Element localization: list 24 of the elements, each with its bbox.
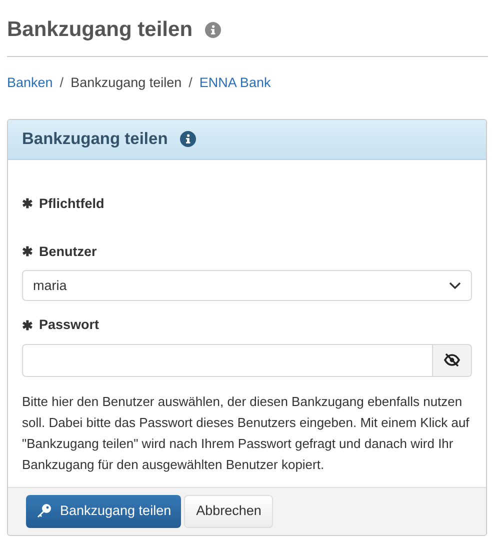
panel-title: Bankzugang teilen <box>22 128 168 150</box>
key-icon <box>36 503 52 519</box>
breadcrumb-link[interactable]: ENNA Bank <box>199 72 271 93</box>
required-note: Pflichtfeld <box>39 194 104 213</box>
user-select[interactable]: maria <box>22 270 472 302</box>
breadcrumb-link[interactable]: Banken <box>7 72 53 93</box>
breadcrumb-separator: / <box>60 74 64 92</box>
share-button[interactable]: Bankzugang teilen <box>26 494 182 528</box>
cancel-button[interactable]: Abbrechen <box>184 494 274 528</box>
field-label: Passwort <box>39 316 100 334</box>
password-field[interactable] <box>22 344 433 376</box>
help-text: Bitte hier den Benutzer auswählen, der diesen Bankzugang ebenfalls nutzen soll. Dabei bitte das Passwort dieses Benutzers eingeben. Mit einem Klick auf "Bankzugang teilen" wird nach Ihrem Passwort gefragt und danach wird Ihr Bankzugang für den ausgewählten Benutzer kopiert. <box>22 392 470 474</box>
toggle-visibility-button[interactable] <box>433 344 472 376</box>
breadcrumb-current: Bankzugang teilen <box>70 74 182 92</box>
required-mark: ✱ <box>22 243 33 262</box>
breadcrumb-separator: / <box>188 74 192 92</box>
eye-slash-icon <box>444 353 460 367</box>
required-mark: ✱ <box>22 195 33 214</box>
info-icon <box>204 22 221 38</box>
chevron-down-icon <box>449 282 461 290</box>
page-title: Bankzugang teilen <box>7 17 193 43</box>
info-icon <box>180 131 196 148</box>
field-label: Benutzer <box>39 243 97 261</box>
required-mark: ✱ <box>22 316 33 335</box>
